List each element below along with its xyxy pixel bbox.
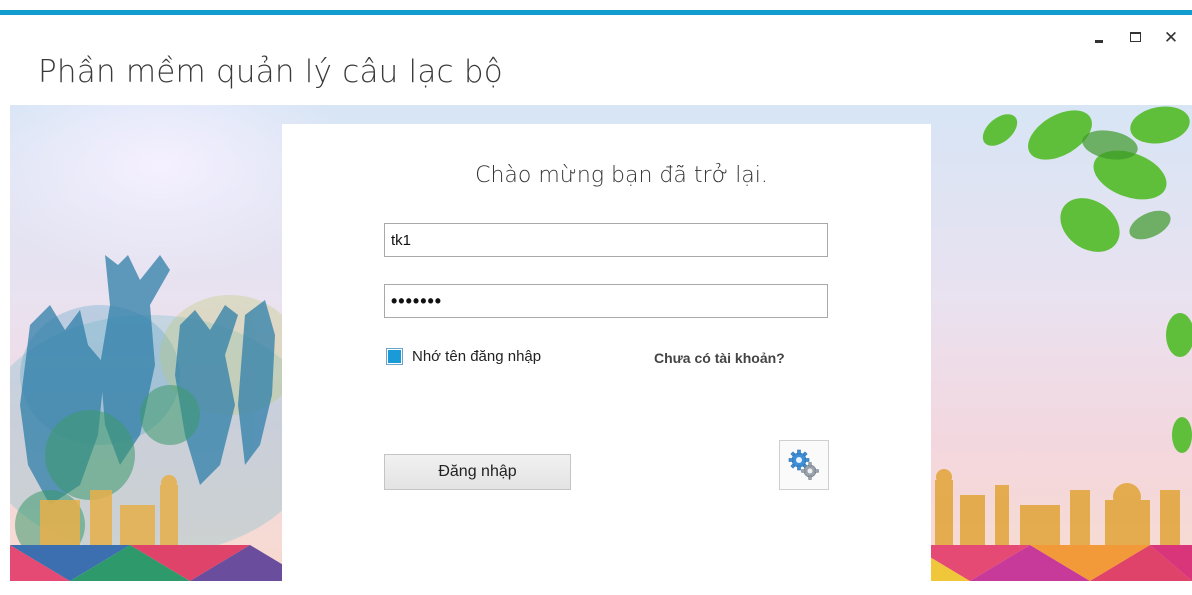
close-button[interactable]: ✕ [1160,26,1182,48]
minimize-button[interactable] [1088,26,1110,48]
remember-me-label: Nhớ tên đăng nhập [412,348,542,365]
login-card: Chào mừng bạn đã trở lại. tk1 ••••••• Nh… [282,124,931,582]
checkbox-box[interactable] [386,348,403,365]
maximize-button[interactable] [1124,26,1146,48]
checkbox-checked-mark [388,350,401,363]
close-icon: ✕ [1163,27,1179,47]
signup-link[interactable]: Chưa có tài khoản? [654,350,785,366]
maximize-icon [1129,32,1141,42]
minimize-icon [1095,39,1103,43]
welcome-heading: Chào mừng bạn đã trở lại. [475,163,768,188]
username-input[interactable]: tk1 [384,223,828,257]
password-input[interactable]: ••••••• [384,284,828,318]
login-button[interactable]: Đăng nhập [384,454,571,490]
remember-me-checkbox[interactable]: Nhớ tên đăng nhập [386,348,541,365]
top-accent-bar [0,10,1192,15]
username-value: tk1 [391,231,412,249]
gears-icon [788,449,819,480]
window-controls: ✕ [1088,26,1182,48]
password-value: ••••••• [391,290,443,311]
settings-button[interactable] [779,440,829,490]
app-title: Phần mềm quản lý câu lạc bộ [38,54,503,90]
